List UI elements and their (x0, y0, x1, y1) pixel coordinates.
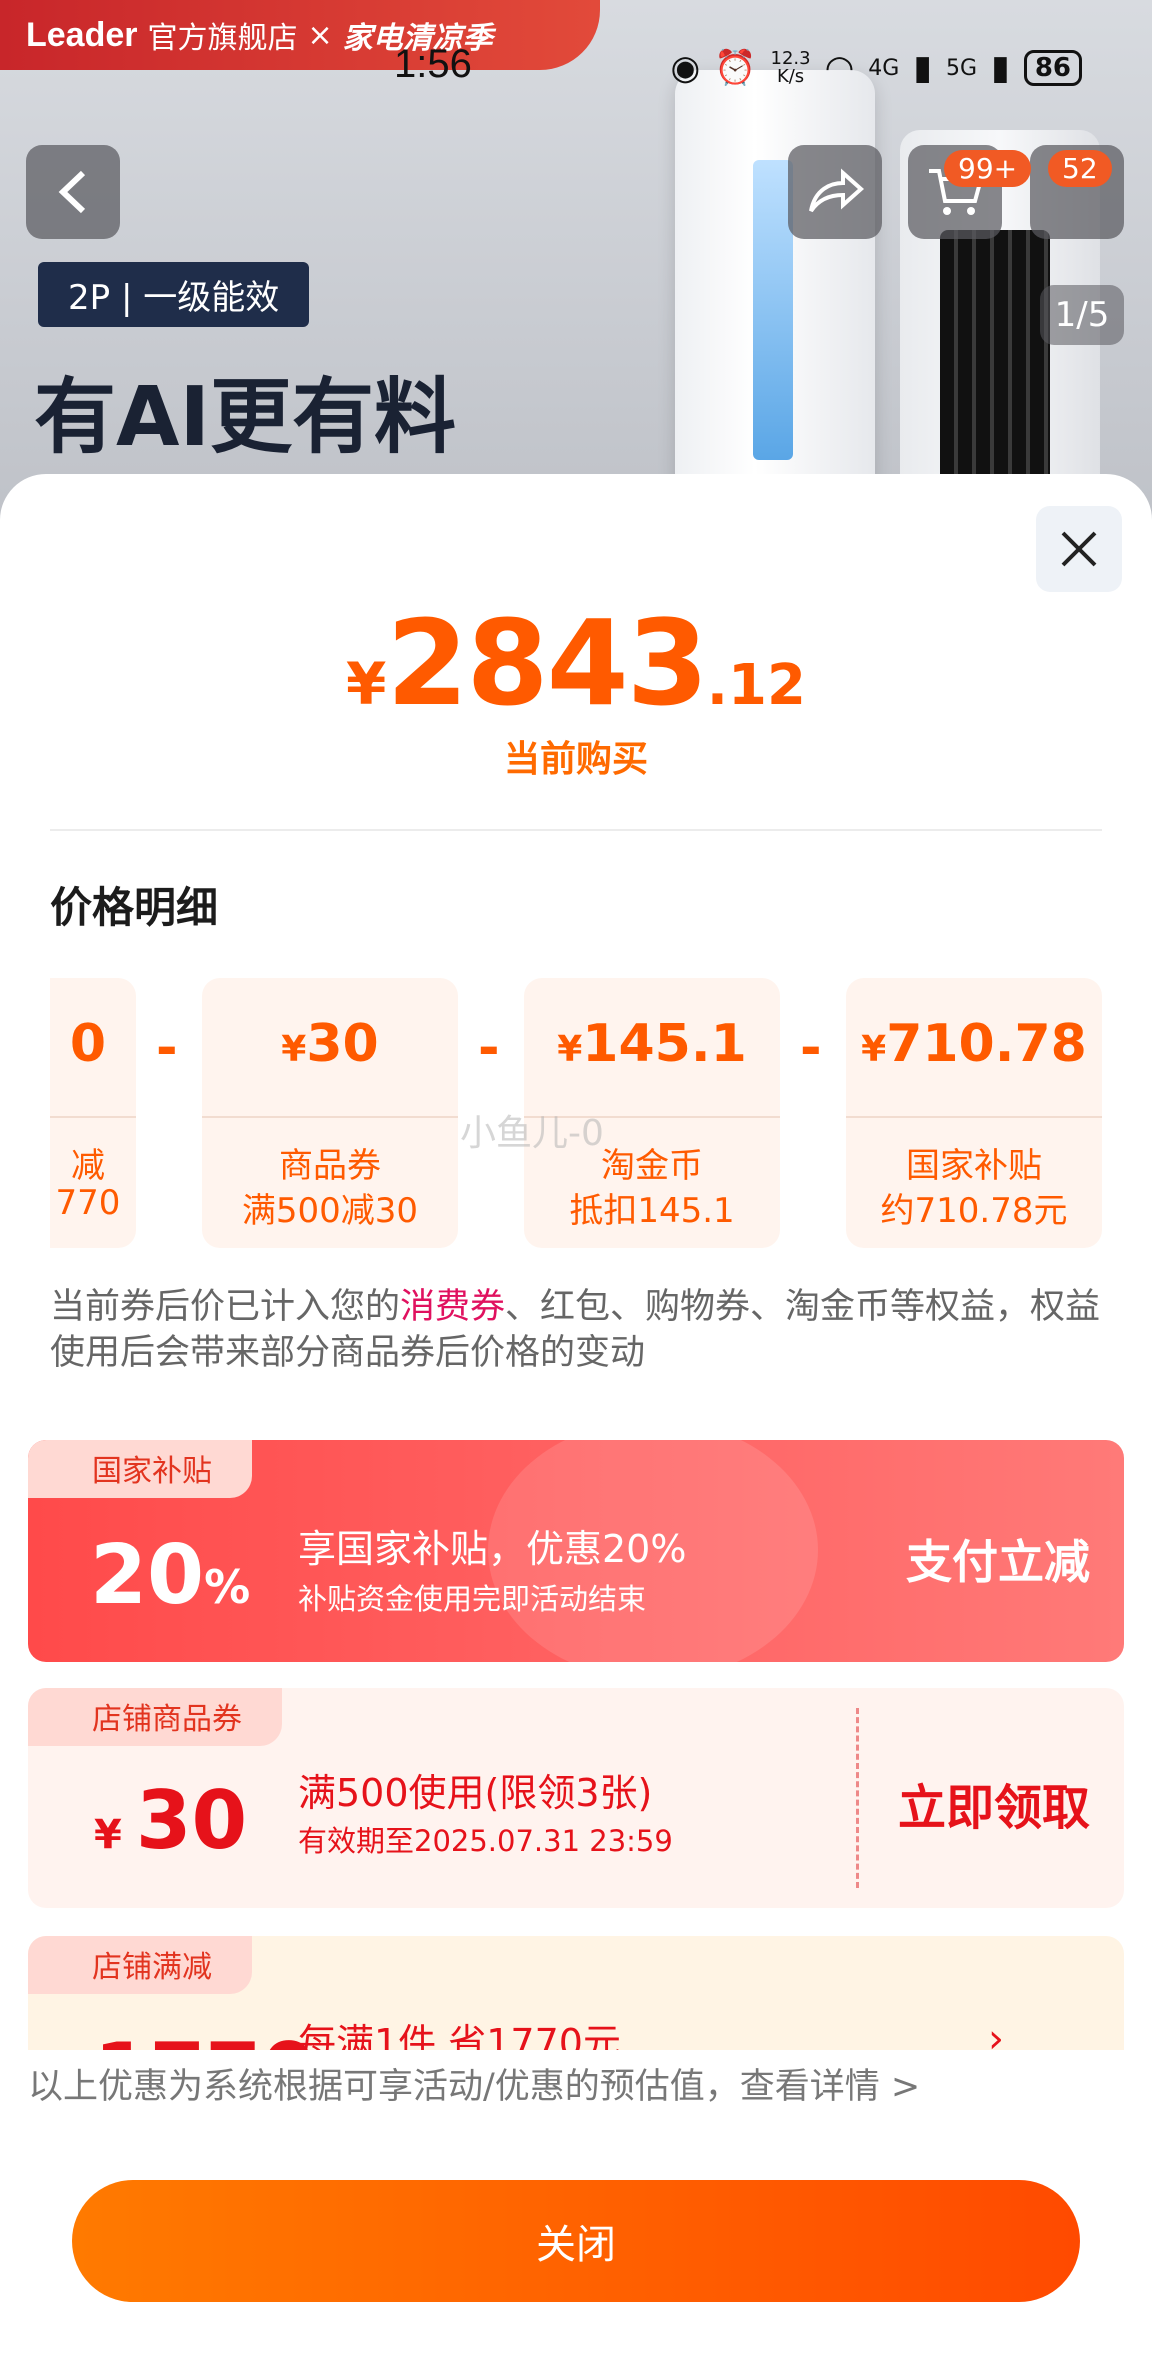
promo-tag: 店铺满减 (28, 1936, 252, 1994)
image-counter: 1/5 (1040, 285, 1124, 345)
card-detail: 770 (55, 1183, 121, 1223)
card-label: 减 (71, 1146, 105, 1186)
close-button[interactable]: 关闭 (72, 2180, 1080, 2302)
promo-tag: 店铺商品券 (28, 1688, 282, 1746)
divider (50, 829, 1102, 831)
claim-coupon-button[interactable]: 立即领取 (898, 1768, 1090, 1838)
coupon-amount: ¥30 (94, 1774, 247, 1867)
wifi-icon: ◠ (824, 48, 855, 88)
promo-subtitle: 补贴资金使用完即活动结束 (298, 1582, 647, 1616)
coupon-value: 30 (135, 1774, 248, 1867)
breakdown-card: ¥710.78 国家补贴 约710.78元 (846, 978, 1102, 1248)
net-speed: 12.3 K/s (771, 50, 811, 86)
product-page-background: Leader 官方旗舰店 × 家电清凉季 1:56 ◉ ⏰ 12.3 K/s ◠… (0, 0, 1152, 520)
promo-tag: 国家补贴 (28, 1440, 252, 1498)
promo-national-subsidy[interactable]: 国家补贴 20% 享国家补贴，优惠20% 补贴资金使用完即活动结束 支付立减 (28, 1440, 1124, 1662)
minus-sign: - (156, 1018, 178, 1078)
breakdown-card: ¥30 商品券 满500减30 (202, 978, 458, 1248)
subsidy-percent-value: 20 (90, 1528, 205, 1623)
brand-logo: Leader (26, 15, 138, 54)
back-button[interactable] (26, 145, 120, 239)
card-symbol: ¥ (281, 1029, 307, 1070)
signal-bars-icon: ▮ (991, 48, 1010, 88)
product-image-main (675, 70, 875, 520)
subsidy-percent: 20% (90, 1528, 250, 1623)
card-value: 710.78 (886, 1014, 1087, 1074)
message-badge: 52 (1048, 150, 1112, 187)
battery-indicator: 86 (1023, 50, 1082, 86)
card-symbol: ¥ (861, 1029, 887, 1070)
price-note: 当前券后价已计入您的消费券、红包、购物券、淘金币等权益，权益使用后会带来部分商品… (50, 1284, 1102, 1376)
net-speed-unit: K/s (776, 66, 805, 87)
share-button[interactable] (788, 145, 882, 239)
minus-sign: - (800, 1018, 822, 1078)
promo-title: 满500使用(限领3张) (298, 1771, 653, 1815)
promo-store-coupon[interactable]: 店铺商品券 ¥30 满500使用(限领3张) 有效期至2025.07.31 23… (28, 1688, 1124, 1908)
card-detail: 抵扣145.1 (569, 1191, 735, 1231)
brand-store: 官方旗舰店 (147, 21, 298, 56)
note-text: 当前券后价已计入您的 (50, 1287, 401, 1327)
card-symbol: ¥ (557, 1029, 583, 1070)
price-detail-sheet: ¥2843.12 当前购买 价格明细 0 减 770 - ¥30 商品券 满50… (0, 474, 1152, 2376)
card-label: 商品券 (279, 1146, 381, 1186)
minus-sign: - (478, 1018, 500, 1078)
signal-5g: 5G (946, 55, 978, 81)
subsidy-percent-unit: % (204, 1560, 251, 1614)
consumer-coupon-link[interactable]: 消费券 (400, 1287, 505, 1327)
promo-title: 享国家补贴，优惠20% (298, 1527, 687, 1571)
breakdown-card: 0 减 770 (50, 978, 136, 1248)
chevron-left-icon (58, 170, 86, 214)
card-value: 145.1 (582, 1014, 747, 1074)
status-icons: ◉ ⏰ 12.3 K/s ◠ 4G ▮ 5G ▮ 86 (671, 48, 1082, 88)
price-label: 当前购买 (503, 739, 648, 780)
current-price: ¥2843.12 (0, 594, 1152, 732)
status-time: 1:56 (394, 42, 472, 86)
close-icon-button[interactable] (1036, 506, 1122, 592)
brand-banner: Leader 官方旗舰店 × 家电清凉季 (0, 0, 600, 70)
eye-icon: ◉ (670, 48, 701, 88)
card-value: 0 (69, 1014, 107, 1074)
spec-tag: 2P | 一级能效 (38, 262, 310, 327)
price-integer: 2843 (386, 594, 708, 732)
card-value: 30 (306, 1014, 379, 1074)
watermark: 小鱼儿-0 (460, 1113, 604, 1154)
cart-badge: 99+ (944, 150, 1032, 187)
signal-bars-icon: ▮ (913, 48, 933, 88)
share-icon (809, 168, 865, 213)
card-label: 国家补贴 (906, 1146, 1042, 1186)
signal-4g: 4G (868, 55, 900, 81)
price-decimal: .12 (706, 653, 806, 718)
brand-separator: × (307, 17, 333, 53)
pay-discount-button[interactable]: 支付立减 (906, 1526, 1090, 1592)
close-icon (1061, 531, 1097, 567)
card-detail: 约710.78元 (880, 1191, 1068, 1231)
alarm-icon: ⏰ (714, 48, 757, 88)
card-detail: 满500减30 (241, 1191, 419, 1231)
section-title: 价格明细 (50, 883, 219, 932)
coupon-divider (856, 1708, 859, 1888)
disclaimer-link[interactable]: 以上优惠为系统根据可享活动/优惠的预估值，查看详情 > (28, 2058, 920, 2109)
promo-subtitle: 有效期至2025.07.31 23:59 (298, 1824, 673, 1858)
coupon-symbol: ¥ (94, 1812, 122, 1858)
price-symbol: ¥ (346, 650, 387, 718)
